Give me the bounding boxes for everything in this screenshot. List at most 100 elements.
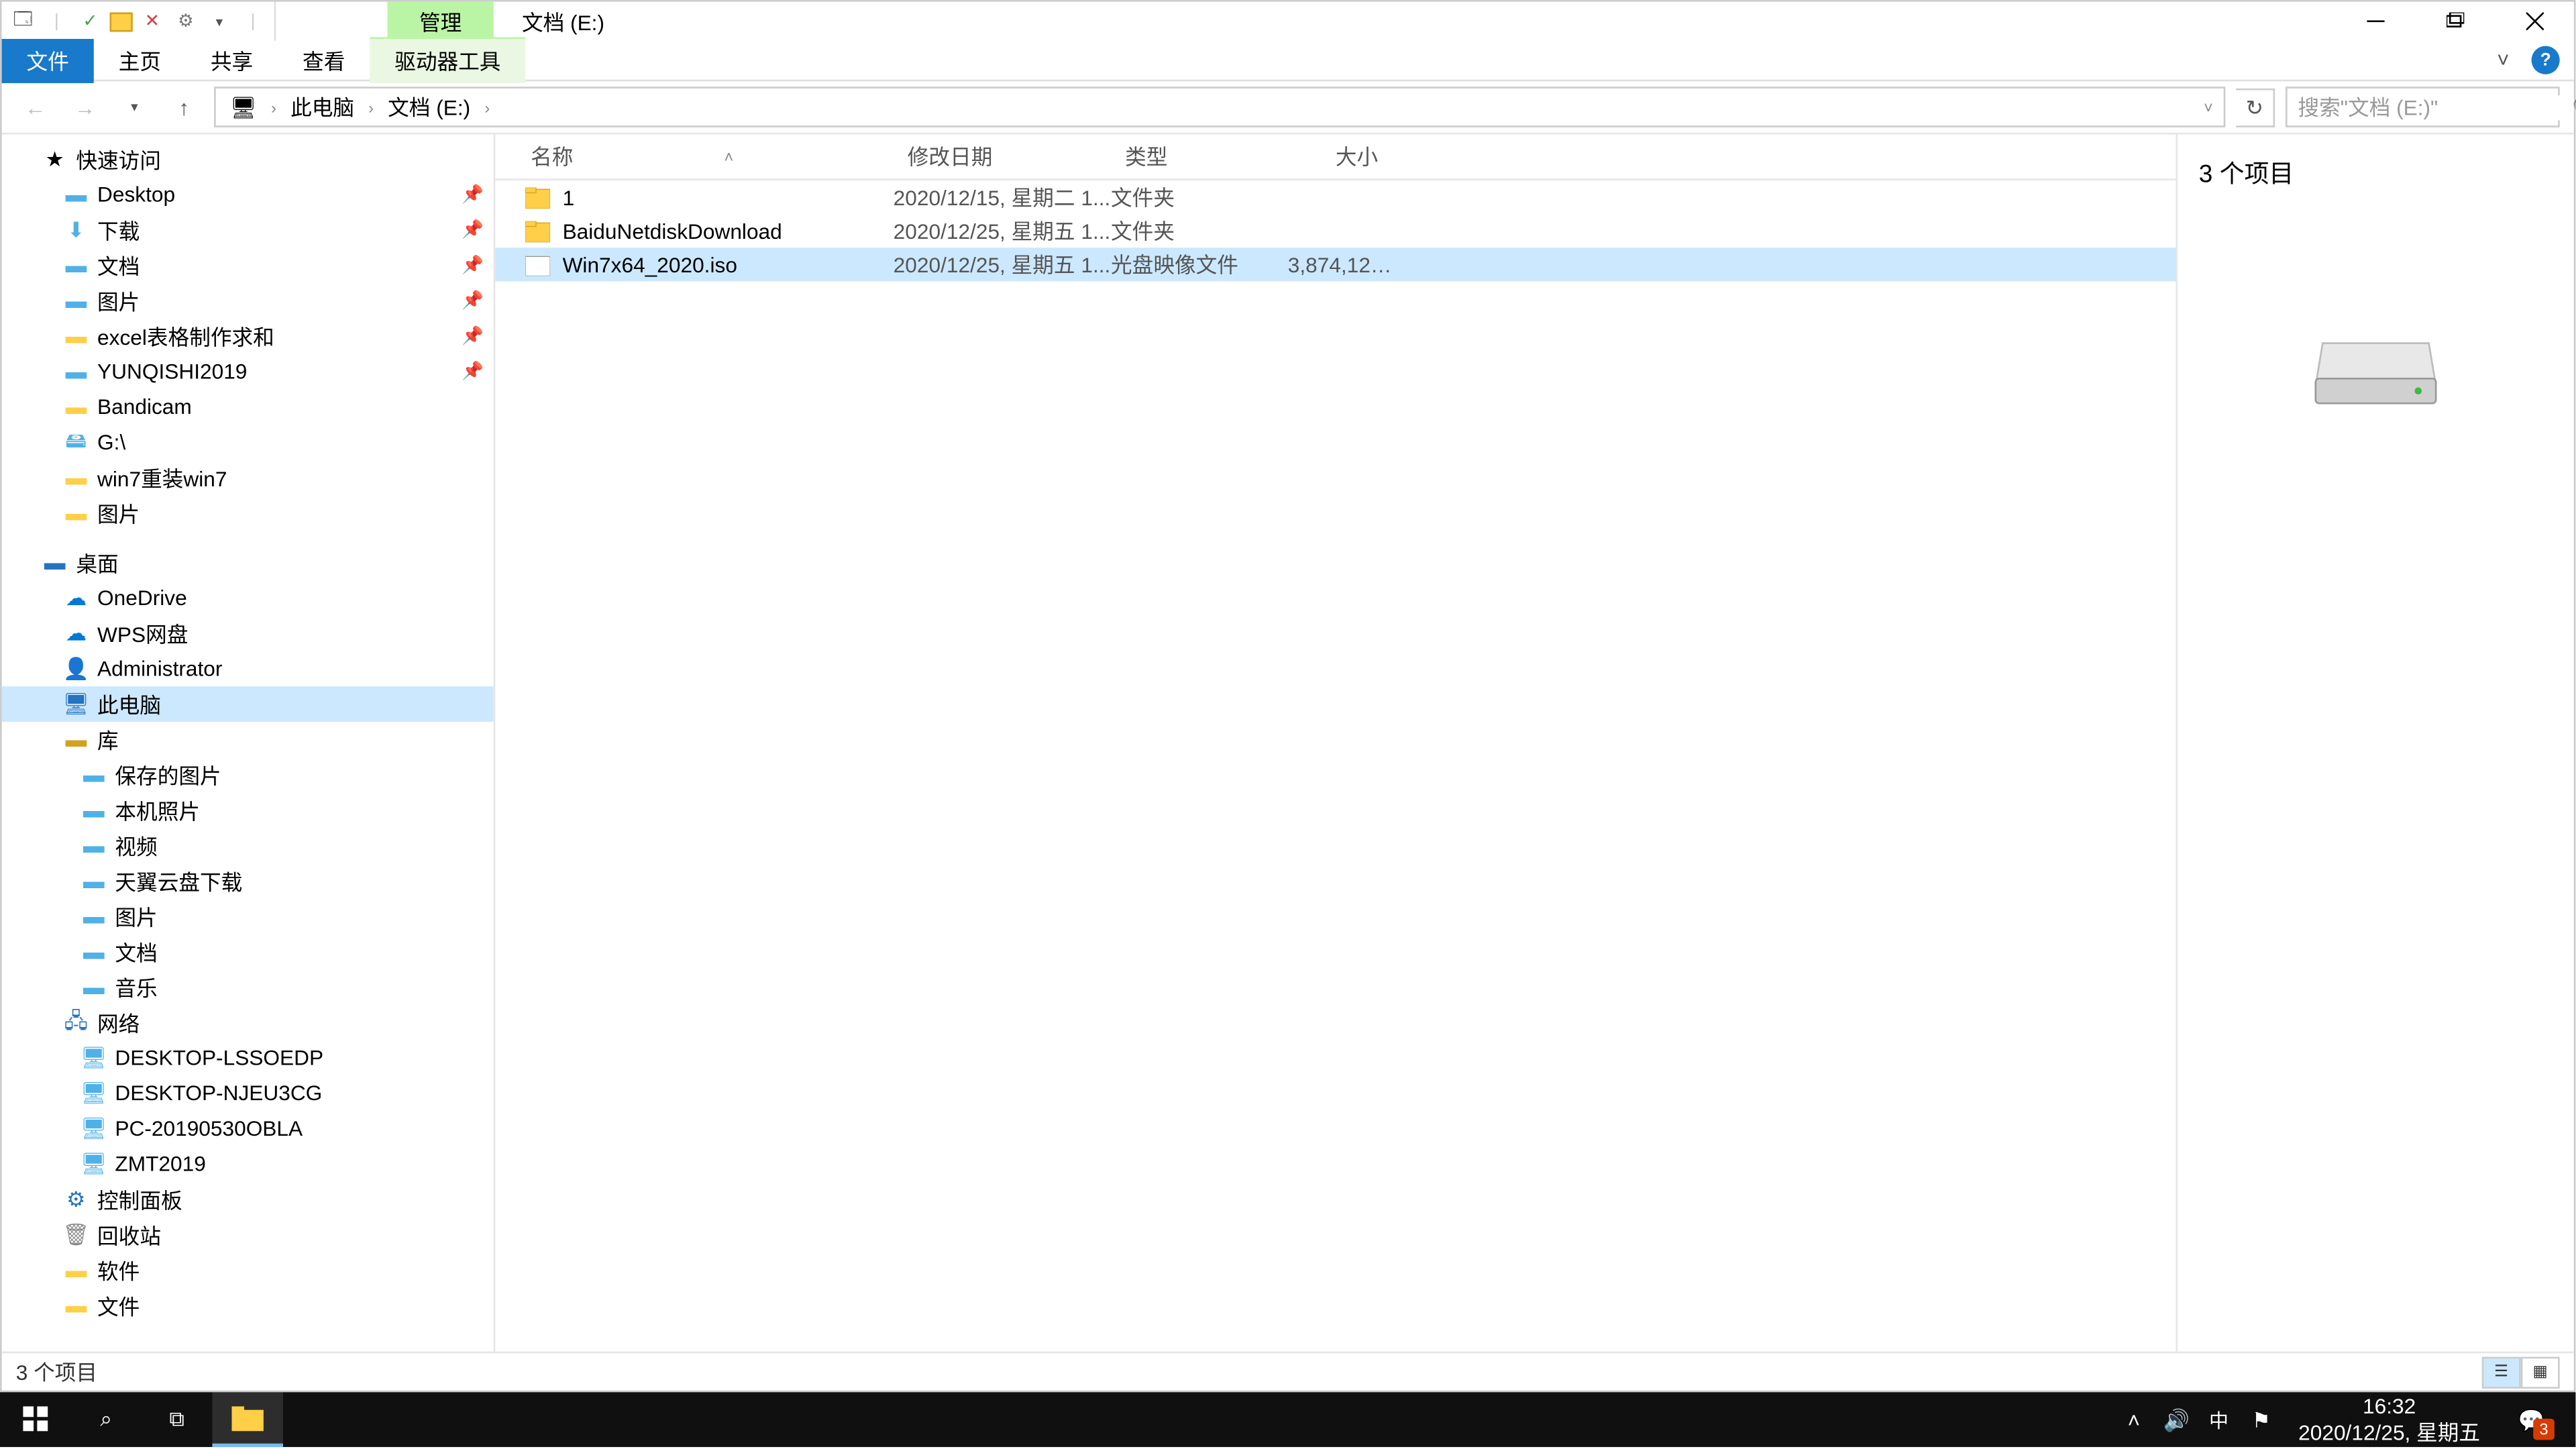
tree-quick-access[interactable]: ★快速访问	[2, 142, 494, 177]
qat-properties-icon[interactable]: ✓	[76, 7, 104, 36]
tree-excel[interactable]: ▬excel表格制作求和📌	[2, 319, 494, 354]
tree-label: 文件	[97, 1291, 140, 1321]
chevron-right-icon[interactable]: ›	[481, 98, 493, 115]
task-view-button[interactable]: ⧉	[142, 1392, 212, 1447]
file-date: 2020/12/25, 星期五 1...	[894, 216, 1111, 246]
tree-net2[interactable]: 🖥DESKTOP-NJEU3CG	[2, 1075, 494, 1111]
search-button[interactable]: ⌕	[70, 1392, 141, 1447]
tree-net1[interactable]: 🖥DESKTOP-LSSOEDP	[2, 1040, 494, 1076]
tree-downloads[interactable]: ⬇下载📌	[2, 212, 494, 248]
chevron-down-icon[interactable]: ˅	[2200, 98, 2216, 115]
column-size[interactable]: 大小	[1288, 142, 1394, 172]
view-details-button[interactable]: ☰	[2482, 1356, 2521, 1387]
ime-icon[interactable]: 中	[2203, 1403, 2235, 1435]
explorer-taskbar-button[interactable]	[212, 1392, 282, 1447]
qat-delete-icon[interactable]: ✕	[138, 7, 166, 36]
tree-pictures2[interactable]: ▬图片	[2, 495, 494, 531]
tree-desktop[interactable]: ▬Desktop📌	[2, 177, 494, 213]
file-date: 2020/12/15, 星期二 1...	[894, 182, 1111, 213]
tray-overflow-icon[interactable]: ˄	[2118, 1403, 2149, 1435]
column-date[interactable]: 修改日期	[894, 142, 1111, 172]
search-field[interactable]	[2298, 95, 2572, 119]
tree-bandicam[interactable]: ▬Bandicam	[2, 389, 494, 425]
tree-files[interactable]: ▬文件	[2, 1288, 494, 1324]
start-button[interactable]	[0, 1392, 70, 1447]
tree-label: ZMT2019	[115, 1152, 205, 1177]
tree-network[interactable]: 🖧网络	[2, 1005, 494, 1040]
minimize-button[interactable]	[2335, 2, 2415, 41]
tree-gdrive[interactable]: 🖴G:\	[2, 425, 494, 460]
breadcrumb-seg-thispc[interactable]: 此电脑	[284, 92, 362, 122]
tree-documents-lib[interactable]: ▬文档	[2, 934, 494, 969]
qat-dropdown-icon[interactable]: ▾	[205, 7, 233, 36]
maximize-button[interactable]	[2415, 2, 2495, 41]
tree-saved-pics[interactable]: ▬保存的图片	[2, 757, 494, 793]
tree-wps[interactable]: ☁WPS网盘	[2, 616, 494, 651]
tab-home[interactable]: 主页	[94, 38, 186, 83]
tab-share[interactable]: 共享	[186, 38, 278, 83]
volume-icon[interactable]: 🔊	[2160, 1403, 2192, 1435]
tree-thispc[interactable]: 🖥此电脑	[2, 686, 494, 722]
tree-tianyi[interactable]: ▬天翼云盘下载	[2, 863, 494, 899]
clock-time: 16:32	[2298, 1394, 2480, 1419]
taskbar-clock[interactable]: 16:32 2020/12/25, 星期五	[2288, 1394, 2491, 1445]
folder-icon: ▬	[80, 938, 108, 966]
folder-icon: ▬	[80, 796, 108, 824]
chevron-right-icon[interactable]: ›	[365, 98, 377, 115]
tree-net4[interactable]: 🖥ZMT2019	[2, 1146, 494, 1182]
close-button[interactable]	[2494, 2, 2574, 41]
search-input[interactable]: 🔍	[2286, 87, 2560, 127]
help-icon[interactable]: ?	[2532, 46, 2560, 74]
tree-label: 控制面板	[97, 1184, 182, 1214]
close-icon	[2525, 12, 2542, 30]
tree-win7[interactable]: ▬win7重装win7	[2, 460, 494, 496]
tree-library[interactable]: ▬库	[2, 722, 494, 757]
breadcrumb[interactable]: 🖥 › 此电脑 › 文档 (E:) › ˅	[214, 87, 2225, 127]
tree-label: DESKTOP-LSSOEDP	[115, 1045, 323, 1070]
breadcrumb-root-icon[interactable]: 🖥	[223, 95, 264, 119]
action-center-button[interactable]: 💬 3	[2502, 1392, 2562, 1447]
nav-forward-button[interactable]: →	[66, 88, 105, 127]
nav-back-button[interactable]: ←	[16, 88, 55, 127]
refresh-button[interactable]: ↻	[2236, 88, 2275, 127]
tree-videos[interactable]: ▬视频	[2, 828, 494, 863]
tree-documents[interactable]: ▬文档📌	[2, 248, 494, 283]
file-row[interactable]: 12020/12/15, 星期二 1...文件夹	[495, 180, 2176, 214]
security-icon[interactable]: ⚑	[2245, 1403, 2277, 1435]
tree-desktop-section[interactable]: ▬桌面	[2, 545, 494, 580]
tab-drive-tools[interactable]: 驱动器工具	[370, 37, 525, 83]
breadcrumb-seg-drive[interactable]: 文档 (E:)	[381, 92, 478, 122]
tree-yunqishi[interactable]: ▬YUNQISHI2019📌	[2, 354, 494, 389]
ribbon-expand-icon[interactable]: ˅	[2489, 46, 2517, 74]
tab-file[interactable]: 文件	[2, 38, 94, 83]
tree-admin[interactable]: 👤Administrator	[2, 651, 494, 686]
nav-up-button[interactable]: ↑	[164, 88, 203, 127]
file-row[interactable]: Win7x64_2020.iso2020/12/25, 星期五 1...光盘映像…	[495, 248, 2176, 281]
chevron-right-icon[interactable]: ›	[268, 98, 280, 115]
recycle-icon: 🗑	[62, 1221, 90, 1249]
pin-icon: 📌	[462, 256, 483, 275]
tree-pictures-lib[interactable]: ▬图片	[2, 899, 494, 934]
tree-pictures[interactable]: ▬图片📌	[2, 283, 494, 319]
tree-control-panel[interactable]: ⚙控制面板	[2, 1182, 494, 1218]
tree-onedrive[interactable]: ☁OneDrive	[2, 580, 494, 616]
qat-gear-icon[interactable]: ⚙	[172, 7, 200, 36]
tree-software[interactable]: ▬软件	[2, 1252, 494, 1288]
tree-label: G:\	[97, 430, 125, 455]
tree-local-photos[interactable]: ▬本机照片	[2, 792, 494, 828]
tab-view[interactable]: 查看	[278, 38, 370, 83]
search-icon[interactable]: 🔍	[2572, 95, 2576, 119]
file-row[interactable]: BaiduNetdiskDownload2020/12/25, 星期五 1...…	[495, 214, 2176, 248]
tree-recycle[interactable]: 🗑回收站	[2, 1217, 494, 1252]
view-icons-button[interactable]: ▦	[2521, 1356, 2560, 1387]
tree-label: YUNQISHI2019	[97, 359, 247, 384]
qat-newfolder-icon[interactable]	[109, 11, 132, 31]
nav-history-dropdown[interactable]: ▾	[115, 88, 154, 127]
tree-music[interactable]: ▬音乐	[2, 969, 494, 1005]
column-name[interactable]: 名称˄	[495, 142, 893, 172]
nav-tree[interactable]: ★快速访问 ▬Desktop📌 ⬇下载📌 ▬文档📌 ▬图片📌 ▬excel表格制…	[2, 134, 496, 1351]
column-type[interactable]: 类型	[1111, 142, 1288, 172]
pin-icon: 📌	[462, 185, 483, 205]
tree-net3[interactable]: 🖥PC-20190530OBLA	[2, 1111, 494, 1146]
file-list[interactable]: 12020/12/15, 星期二 1...文件夹BaiduNetdiskDown…	[495, 180, 2176, 1352]
